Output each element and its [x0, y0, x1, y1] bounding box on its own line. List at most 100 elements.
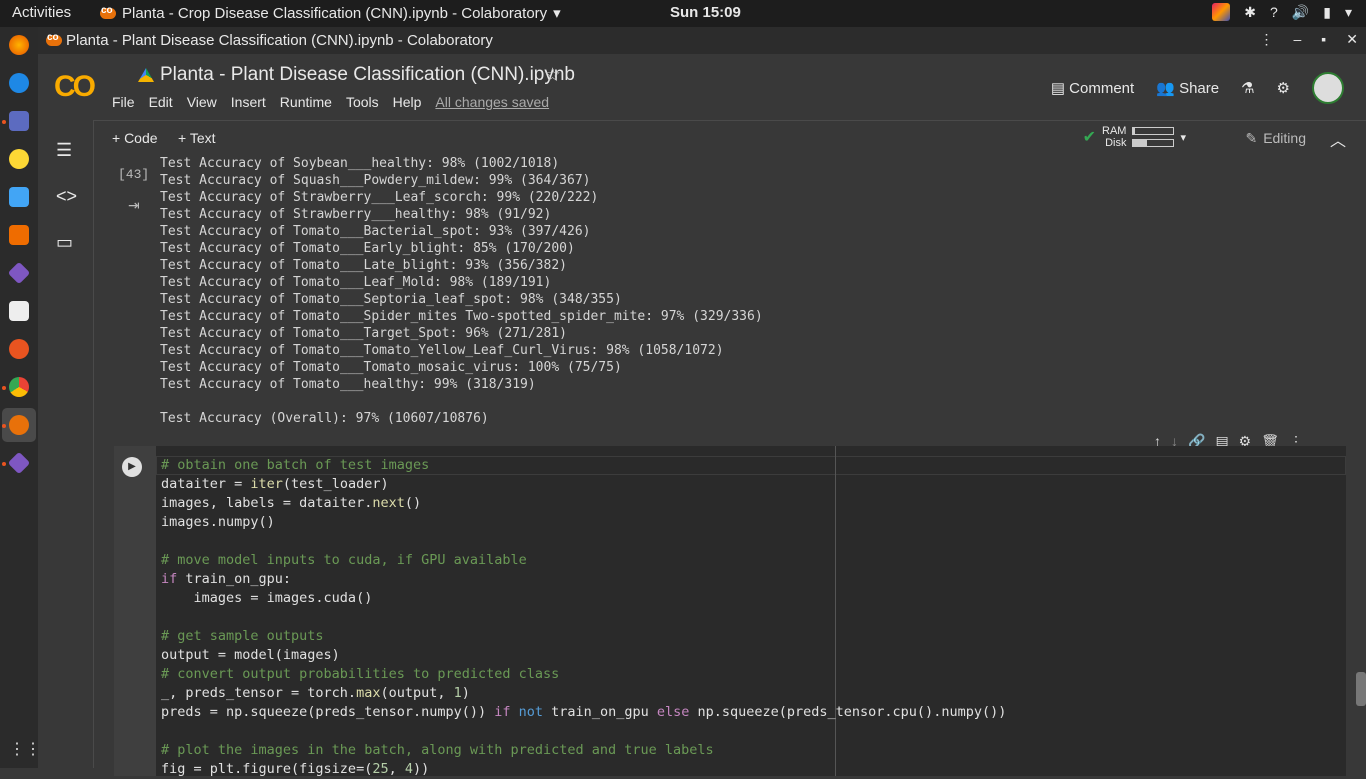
share-label: Share [1179, 80, 1220, 97]
cell-output: Test Accuracy of Soybean___healthy: 98% … [160, 155, 763, 427]
output-line: Test Accuracy of Strawberry___Leaf_scorc… [160, 190, 599, 205]
app-menu-title: Planta - Crop Disease Classification (CN… [122, 4, 548, 22]
output-line: Test Accuracy of Tomato___healthy: 99% (… [160, 377, 536, 392]
header-actions: ▤ Comment 👥 Share ⚗ ⚙ [1051, 72, 1344, 104]
comment-label: Comment [1069, 80, 1135, 97]
star-icon[interactable]: ☆ [544, 64, 561, 87]
system-top-bar: Activities Planta - Crop Disease Classif… [0, 0, 1366, 27]
maximize-button[interactable]: ▪ [1321, 31, 1326, 48]
menu-view[interactable]: View [187, 94, 217, 110]
resource-bars [1132, 127, 1175, 147]
notebook-title[interactable]: Planta - Plant Disease Classification (C… [138, 64, 575, 86]
clock[interactable]: Sun 15:09 [670, 4, 741, 21]
disk-bar [1132, 139, 1175, 147]
check-icon: ✔ [1082, 129, 1097, 146]
activities-button[interactable]: Activities [12, 4, 71, 21]
running-indicator [2, 386, 6, 390]
firefox-icon[interactable] [9, 35, 29, 55]
ubuntu-icon[interactable] [9, 339, 29, 359]
people-icon: 👥 [1156, 80, 1175, 97]
running-indicator [2, 462, 6, 466]
save-status[interactable]: All changes saved [435, 94, 549, 110]
menu-insert[interactable]: Insert [231, 94, 266, 110]
code-cell[interactable]: ▶ # obtain one batch of test images data… [114, 446, 1346, 779]
chevron-down-icon[interactable]: ▾ [1180, 131, 1186, 144]
resource-labels: RAM Disk [1102, 125, 1126, 149]
disk-bar-fill [1133, 140, 1148, 146]
chrome-icon[interactable] [9, 377, 29, 397]
diamond-app-icon[interactable] [7, 261, 31, 285]
table-of-contents-icon[interactable]: ☰ [56, 140, 72, 161]
notebook-title-text[interactable]: Planta - Plant Disease Classification (C… [160, 64, 575, 86]
resource-indicator[interactable]: ✔ RAM Disk ▾ [1083, 125, 1186, 149]
scrollbar[interactable] [1356, 672, 1366, 706]
chevron-down-icon[interactable]: ▾ [1345, 4, 1352, 21]
drive-icon [138, 68, 154, 82]
menu-runtime[interactable]: Runtime [280, 94, 332, 110]
rhythmbox-icon[interactable] [9, 149, 29, 169]
folder-icon[interactable]: ▭ [56, 232, 73, 253]
share-button[interactable]: 👥 Share [1156, 79, 1219, 97]
execution-count: [43] [118, 167, 150, 182]
thunderbird-icon[interactable] [9, 73, 29, 93]
software-icon[interactable] [9, 225, 29, 245]
output-line: Test Accuracy of Tomato___Leaf_Mold: 98%… [160, 275, 552, 290]
show-apps-icon[interactable]: ⋮⋮ [9, 739, 41, 759]
window-controls: ⋮ – ▪ ✕ [1260, 31, 1359, 48]
writer-icon[interactable] [9, 187, 29, 207]
run-cell-button[interactable]: ▶ [122, 457, 142, 477]
menu-edit[interactable]: Edit [149, 94, 173, 110]
slack-icon[interactable]: ✱ [1244, 4, 1256, 21]
menu-bar: File Edit View Insert Runtime Tools Help… [112, 94, 549, 110]
output-line: Test Accuracy of Tomato___Septoria_leaf_… [160, 292, 622, 307]
output-line: Test Accuracy of Tomato___Tomato_Yellow_… [160, 343, 724, 358]
editing-label: Editing [1263, 130, 1306, 146]
window-title-bar: Planta - Plant Disease Classification (C… [38, 27, 1366, 54]
ram-bar-fill [1133, 128, 1136, 134]
menu-file[interactable]: File [112, 94, 135, 110]
colab-sidebar: ☰ <> ▭ [38, 120, 94, 768]
battery-icon[interactable]: ▮ [1323, 4, 1331, 21]
volume-icon[interactable]: 🔊 [1292, 4, 1309, 21]
files-icon[interactable] [9, 111, 29, 131]
disk-label: Disk [1105, 137, 1127, 149]
code-snippets-icon[interactable]: <> [56, 186, 77, 207]
add-text-button[interactable]: + Text [178, 130, 216, 146]
more-vert-icon[interactable]: ⋮ [1260, 31, 1274, 48]
help-icon[interactable]: ? [1270, 4, 1278, 20]
lab-icon[interactable]: ⚗ [1241, 79, 1254, 97]
chevron-down-icon: ▾ [553, 5, 561, 22]
collapse-header-icon[interactable]: ︿ [1330, 127, 1346, 151]
amazon-icon[interactable] [9, 301, 29, 321]
gear-icon[interactable]: ⚙ [1277, 79, 1290, 97]
colab-icon [46, 32, 62, 46]
editing-mode-button[interactable]: ✎ Editing [1245, 130, 1306, 147]
ram-label: RAM [1102, 125, 1127, 137]
output-line: Test Accuracy of Squash___Powdery_mildew… [160, 173, 591, 188]
output-line: Test Accuracy of Tomato___Tomato_mosaic_… [160, 360, 622, 375]
comment-button[interactable]: ▤ Comment [1051, 79, 1134, 97]
output-line: Test Accuracy of Tomato___Spider_mites T… [160, 309, 763, 324]
close-button[interactable]: ✕ [1346, 31, 1358, 48]
system-tray: ✱ ? 🔊 ▮ ▾ [1212, 3, 1352, 21]
add-code-button[interactable]: + Code [112, 130, 158, 146]
diamond-app-icon[interactable] [7, 451, 31, 475]
output-line: Test Accuracy (Overall): 97% (10607/1087… [160, 411, 489, 426]
output-line: Test Accuracy of Strawberry___healthy: 9… [160, 207, 552, 222]
output-actions-icon[interactable]: ⇥ [128, 197, 140, 214]
notebook-toolbar: + Code + Text ✔ RAM Disk ▾ ✎ Editing ︿ [94, 120, 1366, 155]
ram-bar [1132, 127, 1175, 135]
menu-tools[interactable]: Tools [346, 94, 379, 110]
colab-icon [100, 5, 116, 19]
colab-icon[interactable] [9, 415, 29, 435]
app-menu[interactable]: Planta - Crop Disease Classification (CN… [100, 4, 561, 22]
colab-header: CO Planta - Plant Disease Classification… [38, 54, 1366, 120]
code-editor[interactable]: # obtain one batch of test images datait… [161, 456, 1006, 779]
minimize-button[interactable]: – [1294, 31, 1302, 48]
app-indicator-icon[interactable] [1212, 3, 1231, 21]
avatar[interactable] [1312, 72, 1344, 104]
notebook-area: [43] ⇥ Test Accuracy of Soybean___health… [94, 155, 1366, 777]
colab-logo[interactable]: CO [54, 70, 96, 104]
menu-help[interactable]: Help [393, 94, 422, 110]
